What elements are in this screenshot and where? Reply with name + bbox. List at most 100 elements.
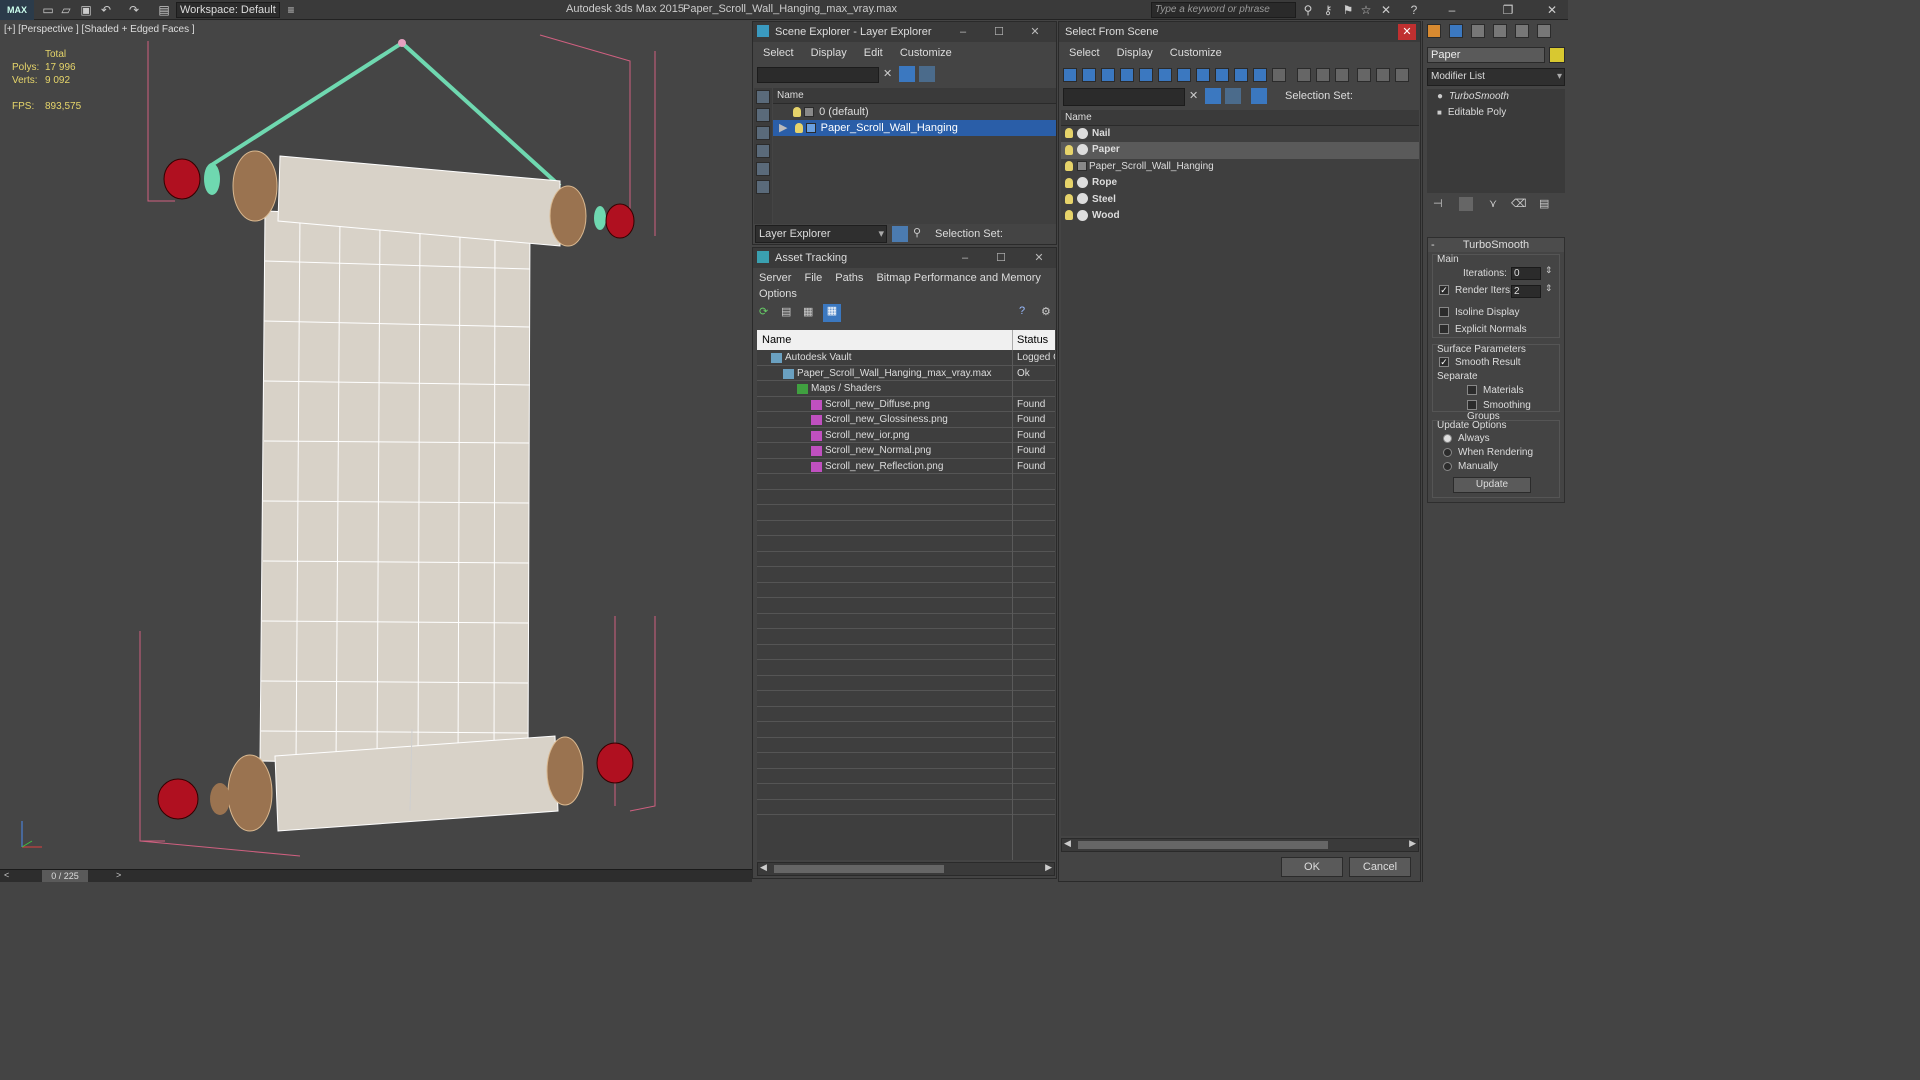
list-view-icon[interactable]: ▤: [781, 305, 791, 318]
bones-filter-icon[interactable]: [1215, 68, 1229, 82]
display-all-icon[interactable]: [1297, 68, 1311, 82]
close-icon[interactable]: ✕: [1026, 22, 1044, 42]
show-end-result-icon[interactable]: [1459, 197, 1473, 211]
sort-by-layer-icon[interactable]: [892, 226, 908, 242]
render-iters-checkbox[interactable]: ✓ Render Iters:: [1439, 285, 1513, 296]
maximize-icon[interactable]: ☐: [992, 248, 1010, 268]
select-from-scene-titlebar[interactable]: Select From Scene ✕: [1059, 22, 1420, 42]
object-list-header[interactable]: Name: [1061, 110, 1419, 126]
layer-row-default[interactable]: 0 (default): [773, 104, 1056, 120]
menu-paths[interactable]: Paths: [835, 272, 863, 284]
display-lights-icon[interactable]: [756, 144, 770, 158]
light-bulb-icon[interactable]: [793, 107, 801, 118]
display-shapes-icon[interactable]: [756, 126, 770, 140]
binoculars-icon[interactable]: ⚲: [1300, 2, 1316, 18]
containers-filter-icon[interactable]: [1234, 68, 1248, 82]
light-bulb-icon[interactable]: [1065, 144, 1073, 155]
minimize-icon[interactable]: –: [1444, 2, 1460, 18]
display-cameras-icon[interactable]: [756, 162, 770, 176]
object-color-swatch[interactable]: [1549, 47, 1565, 63]
layer-row-scroll[interactable]: ▶ Paper_Scroll_Wall_Hanging: [773, 120, 1056, 136]
spinner-arrows-icon[interactable]: ⇕: [1545, 283, 1553, 294]
display-none-icon[interactable]: [1316, 68, 1330, 82]
clear-search-icon[interactable]: ✕: [1189, 89, 1198, 102]
render-iters-spinner[interactable]: 2: [1511, 285, 1541, 298]
layers-toggle-icon[interactable]: [919, 66, 935, 82]
clear-search-icon[interactable]: ✕: [883, 67, 892, 80]
make-unique-icon[interactable]: ⋎: [1489, 197, 1497, 210]
column-status[interactable]: Status: [1017, 330, 1048, 350]
help-icon[interactable]: ?: [1019, 305, 1025, 317]
timeline[interactable]: < 0 / 225 >: [0, 869, 752, 882]
time-slider[interactable]: 0 / 225: [42, 870, 88, 882]
menu-customize[interactable]: Customize: [1170, 47, 1222, 59]
menu-bitmap-performance[interactable]: Bitmap Performance and Memory: [876, 272, 1040, 284]
close-icon[interactable]: ✕: [1398, 24, 1416, 40]
always-radio[interactable]: Always: [1443, 433, 1490, 444]
geometry-filter-icon[interactable]: [1063, 68, 1077, 82]
menu-options[interactable]: Options: [759, 288, 797, 300]
search-input[interactable]: Type a keyword or phrase: [1151, 2, 1296, 18]
ok-button[interactable]: OK: [1281, 857, 1343, 877]
cancel-button[interactable]: Cancel: [1349, 857, 1411, 877]
menu-select[interactable]: Select: [1069, 47, 1100, 59]
object-name-field[interactable]: Paper: [1427, 47, 1545, 63]
cameras-filter-icon[interactable]: [1120, 68, 1134, 82]
modify-tab-icon[interactable]: [1449, 24, 1463, 38]
perspective-viewport[interactable]: [+] [Perspective ] [Shaded + Edged Faces…: [0, 21, 752, 869]
motion-tab-icon[interactable]: [1493, 24, 1507, 38]
exchange-icon[interactable]: ✕: [1378, 2, 1394, 18]
refresh-icon[interactable]: ⟳: [759, 305, 768, 318]
manually-radio[interactable]: Manually: [1443, 461, 1498, 472]
project-icon[interactable]: ▤: [156, 2, 172, 18]
iterations-spinner[interactable]: 0: [1511, 267, 1541, 280]
filter-icon[interactable]: [899, 66, 915, 82]
hidden-filter-icon[interactable]: [1272, 68, 1286, 82]
light-bulb-icon[interactable]: [794, 123, 803, 134]
light-bulb-icon[interactable]: ●: [1437, 91, 1443, 102]
help-icon[interactable]: ?: [1406, 2, 1422, 18]
scene-explorer-search-input[interactable]: [757, 67, 879, 83]
menu-select[interactable]: Select: [763, 47, 794, 59]
scene-explorer-titlebar[interactable]: Scene Explorer - Layer Explorer – ☐ ✕: [753, 22, 1056, 42]
open-file-icon[interactable]: ▱: [58, 2, 74, 18]
settings-icon[interactable]: ⚙: [1041, 305, 1051, 318]
sort-icon[interactable]: [1376, 68, 1390, 82]
menu-customize[interactable]: Customize: [900, 47, 952, 59]
remove-modifier-icon[interactable]: ⌫: [1511, 197, 1527, 210]
workspace-dropdown[interactable]: Workspace: Default: [176, 2, 280, 18]
filter-icon[interactable]: [1357, 68, 1371, 82]
utilities-tab-icon[interactable]: [1537, 24, 1551, 38]
star-icon[interactable]: ☆: [1358, 2, 1374, 18]
minimize-icon[interactable]: –: [956, 248, 974, 268]
object-row[interactable]: Rope: [1061, 175, 1419, 191]
scroll-right-icon[interactable]: ▶: [1409, 838, 1416, 849]
light-bulb-icon[interactable]: [1065, 177, 1073, 188]
close-icon[interactable]: ✕: [1030, 248, 1048, 268]
close-icon[interactable]: ✕: [1544, 2, 1560, 18]
menu-display[interactable]: Display: [1117, 47, 1153, 59]
menu-server[interactable]: Server: [759, 272, 791, 284]
expand-icon[interactable]: ■: [1437, 108, 1442, 117]
menu-overflow-icon[interactable]: ≡: [283, 2, 299, 18]
save-icon[interactable]: ▣: [78, 2, 94, 18]
menu-display[interactable]: Display: [811, 47, 847, 59]
layer-tree-header[interactable]: Name: [773, 88, 1056, 104]
object-row[interactable]: Nail: [1061, 126, 1419, 142]
frozen-filter-icon[interactable]: [1253, 68, 1267, 82]
object-row[interactable]: Paper_Scroll_Wall_Hanging: [1061, 159, 1419, 175]
lights-filter-icon[interactable]: [1101, 68, 1115, 82]
asset-tracking-titlebar[interactable]: Asset Tracking – ☐ ✕: [753, 248, 1056, 268]
materials-checkbox[interactable]: Materials: [1467, 385, 1524, 396]
asset-row[interactable]: Autodesk Vault Logged O: [757, 350, 1055, 366]
smoothing-groups-checkbox[interactable]: Smoothing Groups: [1467, 400, 1559, 422]
light-bulb-icon[interactable]: [1065, 161, 1073, 172]
filter-icon[interactable]: [1205, 88, 1221, 104]
restore-icon[interactable]: ❐: [1500, 2, 1516, 18]
hierarchy-icon[interactable]: ⚲: [913, 226, 929, 242]
timeline-prev-button[interactable]: <: [4, 870, 9, 880]
object-row[interactable]: Wood: [1061, 208, 1419, 224]
asset-row[interactable]: Scroll_new_Reflection.png Found: [757, 459, 1055, 474]
groups-filter-icon[interactable]: [1177, 68, 1191, 82]
horizontal-scrollbar[interactable]: ◀ ▶: [757, 862, 1055, 876]
